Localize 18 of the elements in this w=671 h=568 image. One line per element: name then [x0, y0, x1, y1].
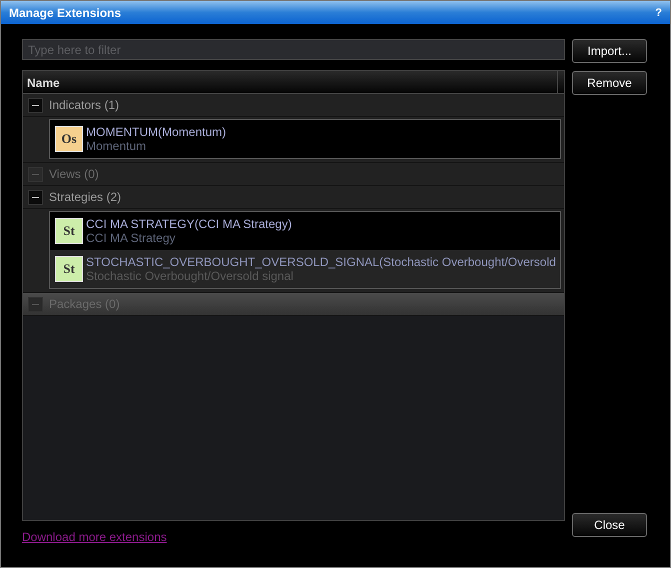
collapse-icon[interactable] [28, 98, 43, 112]
help-button[interactable]: ? [655, 6, 662, 18]
extension-name: STOCHASTIC_OVERBOUGHT_OVERSOLD_SIGNAL(Stochastic Overbought/Oversold [86, 255, 556, 269]
extension-name: CCI MA STRATEGY(CCI MA Strategy) [86, 217, 292, 231]
extension-description: Momentum [86, 139, 148, 153]
group-row[interactable]: Indicators (1) [23, 94, 564, 117]
action-button[interactable]: Remove [572, 71, 647, 95]
extension-name: MOMENTUM(Momentum) [86, 125, 226, 139]
extension-item[interactable]: St CCI MA STRATEGY(CCI MA Strategy) CCI MA Strategy [49, 211, 561, 250]
close-button[interactable]: Close [572, 513, 647, 537]
window-title: Manage Extensions [9, 6, 122, 20]
extension-badge: Os [55, 126, 83, 152]
group-row[interactable]: Strategies (2) [23, 186, 564, 209]
extension-description: CCI MA Strategy [86, 231, 176, 245]
collapse-icon[interactable] [28, 190, 43, 204]
action-button[interactable]: Import... [572, 39, 647, 63]
extension-badge: St [55, 218, 83, 244]
extension-badge: St [55, 256, 83, 282]
